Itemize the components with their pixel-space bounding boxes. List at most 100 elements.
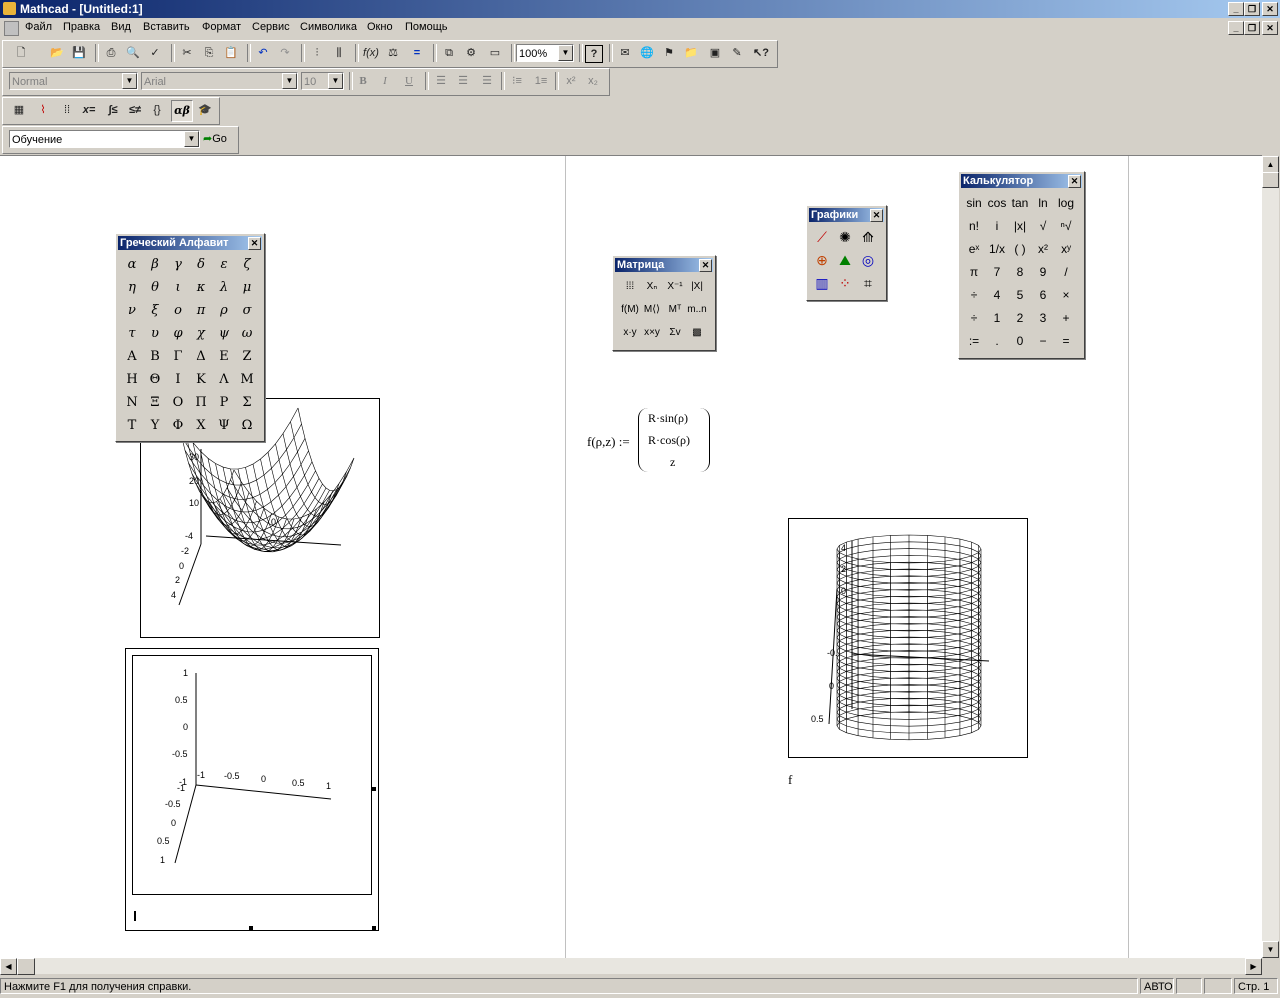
transpose-icon[interactable]: Mᵀ (664, 299, 686, 321)
chevron-down-icon[interactable]: ▼ (558, 45, 573, 61)
calculator-button[interactable]: |x| (1009, 215, 1031, 237)
equation-matrix[interactable]: R·sin(ρ) R·cos(ρ) z (638, 408, 710, 472)
font-select[interactable]: Arial ▼ (141, 72, 298, 90)
greek-letter-button[interactable]: λ (213, 277, 235, 299)
greek-letter-button[interactable]: Ψ (213, 415, 235, 437)
scroll-thumb[interactable] (1262, 172, 1279, 188)
3d-surface-icon[interactable]: ⛰ (834, 249, 856, 271)
greek-letter-button[interactable]: ψ (213, 323, 235, 345)
column-icon[interactable]: M⟨⟩ (641, 299, 663, 321)
scroll-down-icon[interactable]: ▼ (1262, 941, 1279, 958)
chevron-down-icon[interactable]: ▼ (328, 73, 343, 89)
horizontal-scrollbar[interactable]: ◀ ▶ (0, 958, 1262, 975)
insert-function-icon[interactable]: f(x) (361, 43, 381, 63)
close-icon[interactable]: ✕ (248, 237, 261, 250)
subscript-index-icon[interactable]: Xₙ (641, 276, 663, 298)
calculator-button[interactable]: ln (1032, 192, 1054, 214)
scatter-icon[interactable]: ⁘ (834, 272, 856, 294)
surface-plot-2-frame[interactable]: 1 0.5 0 -0.5 -1 -1 -0.5 0 0.5 1 -1 -0.5 … (125, 648, 379, 931)
copy-icon[interactable]: ⎘ (199, 43, 219, 63)
resize-handle[interactable] (372, 787, 376, 791)
graph-palette-title[interactable]: Графики ✕ (809, 208, 884, 222)
equation-lhs[interactable]: f(ρ,z) := (587, 434, 630, 450)
contour-plot-icon[interactable]: ⊕ (811, 249, 833, 271)
programming-toolbar-icon[interactable]: {} (147, 100, 167, 120)
resource-center-icon[interactable]: ✉ (615, 43, 635, 63)
matrix-icon[interactable]: ⁞⁞⁞ (619, 276, 641, 298)
greek-letter-button[interactable]: Ν (121, 392, 143, 414)
greek-letter-button[interactable]: ζ (236, 254, 258, 276)
paste-icon[interactable]: 📋 (221, 43, 241, 63)
collaboratory-icon[interactable]: ⚑ (659, 43, 679, 63)
menu-window[interactable]: Окно (367, 21, 393, 33)
matrix-palette-title[interactable]: Матрица ✕ (615, 258, 713, 272)
greek-letter-button[interactable]: Θ (144, 369, 166, 391)
calculator-button[interactable]: eˣ (963, 238, 985, 260)
open-icon[interactable]: 📂 (47, 43, 67, 63)
dot-product-icon[interactable]: x·y (619, 322, 641, 344)
greek-letter-button[interactable]: κ (190, 277, 212, 299)
subscript-icon[interactable]: x₂ (583, 71, 603, 91)
greek-letter-button[interactable]: Ω (236, 415, 258, 437)
surface-plot-3[interactable]: 4 2 0 -0. 0 0.5 (788, 518, 1028, 758)
calculator-button[interactable]: 7 (986, 261, 1008, 283)
cut-icon[interactable]: ✂ (177, 43, 197, 63)
calculator-button[interactable]: 2 (1009, 307, 1031, 329)
menu-view[interactable]: Вид (111, 21, 131, 33)
minimize-button[interactable]: _ (1228, 2, 1244, 16)
greek-letter-button[interactable]: γ (167, 254, 189, 276)
surface-plot-icon[interactable]: ⟰ (857, 226, 879, 248)
calculus-toolbar-icon[interactable]: ∫≤ (103, 100, 123, 120)
greek-letter-button[interactable]: τ (121, 323, 143, 345)
greek-letter-button[interactable]: η (121, 277, 143, 299)
greek-letter-button[interactable]: Π (190, 392, 212, 414)
greek-letter-button[interactable]: α (121, 254, 143, 276)
insert-hyperlink-icon[interactable]: ⧉ (439, 43, 459, 63)
greek-letter-button[interactable]: β (144, 254, 166, 276)
vector-field-icon[interactable]: ◎ (857, 249, 879, 271)
hscroll-thumb[interactable] (17, 958, 35, 975)
greek-letter-button[interactable]: Μ (236, 369, 258, 391)
picture-icon[interactable]: ▩ (686, 322, 708, 344)
calculator-button[interactable]: x² (1032, 238, 1054, 260)
greek-letter-button[interactable]: Β (144, 346, 166, 368)
greek-letter-button[interactable]: μ (236, 277, 258, 299)
cross-product-icon[interactable]: x×y (641, 322, 663, 344)
calculator-button[interactable]: + (1055, 307, 1077, 329)
vertical-scrollbar[interactable]: ▲ ▼ (1262, 156, 1279, 958)
symbolic-toolbar-icon[interactable]: 🎓 (195, 100, 215, 120)
numbering-icon[interactable]: 1≡ (531, 71, 551, 91)
menu-insert[interactable]: Вставить (143, 21, 190, 33)
greek-letter-button[interactable]: Ζ (236, 346, 258, 368)
greek-letter-button[interactable]: σ (236, 300, 258, 322)
range-icon[interactable]: m..n (686, 299, 708, 321)
calculator-button[interactable]: tan (1009, 192, 1031, 214)
greek-letter-button[interactable]: υ (144, 323, 166, 345)
scroll-up-icon[interactable]: ▲ (1262, 156, 1279, 173)
doc-restore-button[interactable]: ❐ (1244, 21, 1260, 35)
calculator-button[interactable]: xʸ (1055, 238, 1077, 260)
menu-edit[interactable]: Правка (63, 21, 100, 33)
chevron-down-icon[interactable]: ▼ (282, 73, 297, 89)
calculator-button[interactable]: × (1055, 284, 1077, 306)
bold-icon[interactable]: B (353, 71, 373, 91)
print-preview-icon[interactable]: 🔍 (123, 43, 143, 63)
menu-format[interactable]: Формат (202, 21, 241, 33)
greek-letter-button[interactable]: χ (190, 323, 212, 345)
calculator-button[interactable]: ( ) (1009, 238, 1031, 260)
chevron-down-icon[interactable]: ▼ (122, 73, 137, 89)
greek-letter-button[interactable]: ω (236, 323, 258, 345)
calculator-button[interactable]: 0 (1009, 330, 1031, 352)
greek-letter-button[interactable]: ι (167, 277, 189, 299)
greek-letter-button[interactable]: ξ (144, 300, 166, 322)
bullets-icon[interactable]: ⁝≡ (507, 71, 527, 91)
matrix-toolbar-icon[interactable]: ⁞⁞ (57, 100, 77, 120)
calculator-button[interactable]: cos (986, 192, 1008, 214)
calculator-button[interactable]: ÷ (963, 307, 985, 329)
greek-letter-button[interactable]: Ε (213, 346, 235, 368)
calculator-palette-title[interactable]: Калькулятор ✕ (961, 174, 1082, 188)
menu-tools[interactable]: Сервис (252, 21, 290, 33)
align-down-icon[interactable]: ⫼ (329, 43, 349, 63)
component-wizard-icon[interactable]: ⚙ (461, 43, 481, 63)
evaluation-toolbar-icon[interactable]: x= (79, 100, 99, 120)
